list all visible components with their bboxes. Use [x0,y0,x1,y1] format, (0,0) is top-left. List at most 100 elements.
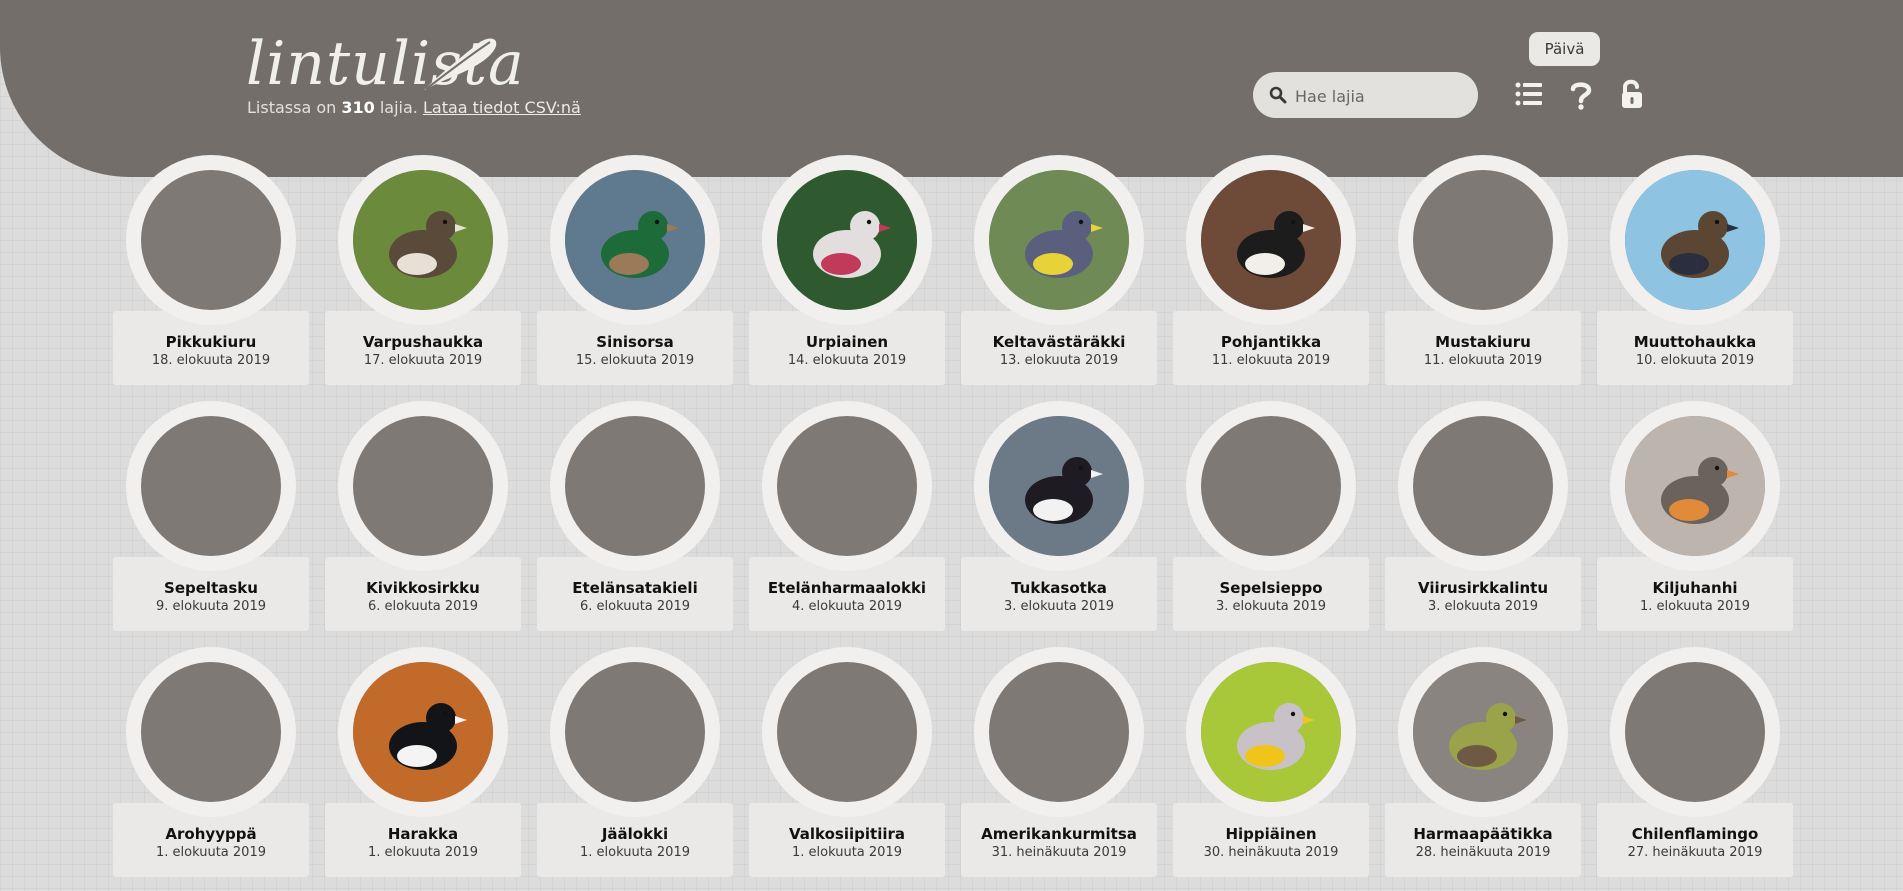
bird-card[interactable]: Harmaapäätikka 28. heinäkuuta 2019 [1385,647,1581,877]
bird-card[interactable]: Muuttohaukka 10. elokuuta 2019 [1597,155,1793,385]
bird-name: Valkosiipitiira [789,825,905,843]
bird-card[interactable]: Sepeltasku 9. elokuuta 2019 [113,401,309,631]
photo-placeholder[interactable] [1413,170,1553,310]
bird-name: Sinisorsa [596,333,674,351]
bird-photo-image [1201,170,1341,310]
download-csv-link[interactable]: Lataa tiedot CSV:nä [423,98,581,117]
bird-name: Pikkukiuru [165,333,257,351]
day-button[interactable]: Päivä [1529,32,1600,66]
bird-photo-image [353,170,493,310]
bird-card[interactable]: Viirusirkkalintu 3. elokuuta 2019 [1385,401,1581,631]
list-icon[interactable] [1515,80,1543,108]
photo-frame [1398,401,1568,571]
bird-date: 3. elokuuta 2019 [1216,599,1326,614]
bird-card[interactable]: Mustakiuru 11. elokuuta 2019 [1385,155,1581,385]
photo-placeholder[interactable] [989,662,1129,802]
photo-placeholder[interactable] [565,416,705,556]
photo-frame [1398,647,1568,817]
bird-name: Etelänharmaalokki [767,579,927,597]
bird-card[interactable]: Etelänsatakieli 6. elokuuta 2019 [537,401,733,631]
bird-card[interactable]: Tukkasotka 3. elokuuta 2019 [961,401,1157,631]
photo-frame [974,401,1144,571]
bird-photo-image [565,170,705,310]
bird-date: 3. elokuuta 2019 [1428,599,1538,614]
feather-icon [424,38,497,90]
photo-frame [1398,155,1568,325]
bird-name: Varpushaukka [362,333,484,351]
bird-date: 13. elokuuta 2019 [999,353,1119,368]
bird-date: 15. elokuuta 2019 [575,353,695,368]
photo-placeholder[interactable] [141,170,281,310]
bird-photo[interactable] [565,170,705,310]
bird-photo[interactable] [1201,170,1341,310]
bird-card[interactable]: Sinisorsa 15. elokuuta 2019 [537,155,733,385]
bird-card[interactable]: Jäälokki 1. elokuuta 2019 [537,647,733,877]
photo-placeholder[interactable] [1413,416,1553,556]
bird-photo-image [989,170,1129,310]
photo-frame [1610,401,1780,571]
photo-placeholder[interactable] [141,662,281,802]
help-icon[interactable] [1569,80,1593,110]
bird-date: 14. elokuuta 2019 [787,353,907,368]
bird-card[interactable]: Pikkukiuru 18. elokuuta 2019 [113,155,309,385]
bird-photo[interactable] [1413,662,1553,802]
bird-card[interactable]: Varpushaukka 17. elokuuta 2019 [325,155,521,385]
bird-card[interactable]: Kivikkosirkku 6. elokuuta 2019 [325,401,521,631]
bird-card[interactable]: Pohjantikka 11. elokuuta 2019 [1173,155,1369,385]
bird-name: Kiljuhanhi [1652,579,1738,597]
bird-photo[interactable] [1625,416,1765,556]
bird-card[interactable]: Sepelsieppo 3. elokuuta 2019 [1173,401,1369,631]
bird-card[interactable]: Kiljuhanhi 1. elokuuta 2019 [1597,401,1793,631]
bird-date: 27. heinäkuuta 2019 [1627,845,1763,860]
bird-photo[interactable] [1201,662,1341,802]
bird-card[interactable]: Keltavästäräkki 13. elokuuta 2019 [961,155,1157,385]
photo-placeholder[interactable] [353,416,493,556]
bird-photo[interactable] [353,662,493,802]
subtitle: Listassa on 310 lajia. Lataa tiedot CSV:… [247,98,581,118]
bird-name: Muuttohaukka [1633,333,1757,351]
photo-placeholder[interactable] [777,416,917,556]
bird-name: Chilenflamingo [1631,825,1759,843]
bird-card[interactable]: Chilenflamingo 27. heinäkuuta 2019 [1597,647,1793,877]
bird-photo[interactable] [353,170,493,310]
bird-date: 31. heinäkuuta 2019 [991,845,1127,860]
bird-card[interactable]: Valkosiipitiira 1. elokuuta 2019 [749,647,945,877]
photo-placeholder[interactable] [565,662,705,802]
photo-frame [1186,647,1356,817]
bird-card[interactable]: Hippiäinen 30. heinäkuuta 2019 [1173,647,1369,877]
bird-card[interactable]: Urpiainen 14. elokuuta 2019 [749,155,945,385]
bird-photo[interactable] [989,416,1129,556]
bird-card[interactable]: Harakka 1. elokuuta 2019 [325,647,521,877]
photo-frame [762,647,932,817]
subtitle-suffix: lajia. [374,98,423,117]
bird-photo-image [353,662,493,802]
photo-frame [338,647,508,817]
search-box[interactable] [1253,72,1478,120]
bird-photo[interactable] [1625,170,1765,310]
photo-placeholder[interactable] [777,662,917,802]
bird-photo-image [1413,662,1553,802]
bird-card[interactable]: Etelänharmaalokki 4. elokuuta 2019 [749,401,945,631]
bird-name: Hippiäinen [1225,825,1317,843]
bird-date: 3. elokuuta 2019 [1004,599,1114,614]
bird-card[interactable]: Amerikankurmitsa 31. heinäkuuta 2019 [961,647,1157,877]
photo-placeholder[interactable] [1625,662,1765,802]
bird-card[interactable]: Arohyyppä 1. elokuuta 2019 [113,647,309,877]
photo-placeholder[interactable] [1201,416,1341,556]
bird-name: Tukkasotka [1011,579,1107,597]
bird-name: Harakka [387,825,459,843]
bird-photo-image [1201,662,1341,802]
bird-name: Jäälokki [601,825,669,843]
bird-name: Amerikankurmitsa [981,825,1137,843]
bird-name: Sepeltasku [164,579,258,597]
bird-photo[interactable] [989,170,1129,310]
photo-frame [1610,647,1780,817]
bird-date: 30. heinäkuuta 2019 [1203,845,1339,860]
bird-name: Keltavästäräkki [992,333,1126,351]
bird-name: Sepelsieppo [1219,579,1323,597]
bird-photo[interactable] [777,170,917,310]
photo-placeholder[interactable] [141,416,281,556]
search-input[interactable] [1293,72,1467,120]
unlock-icon[interactable] [1619,78,1647,110]
photo-frame [974,647,1144,817]
